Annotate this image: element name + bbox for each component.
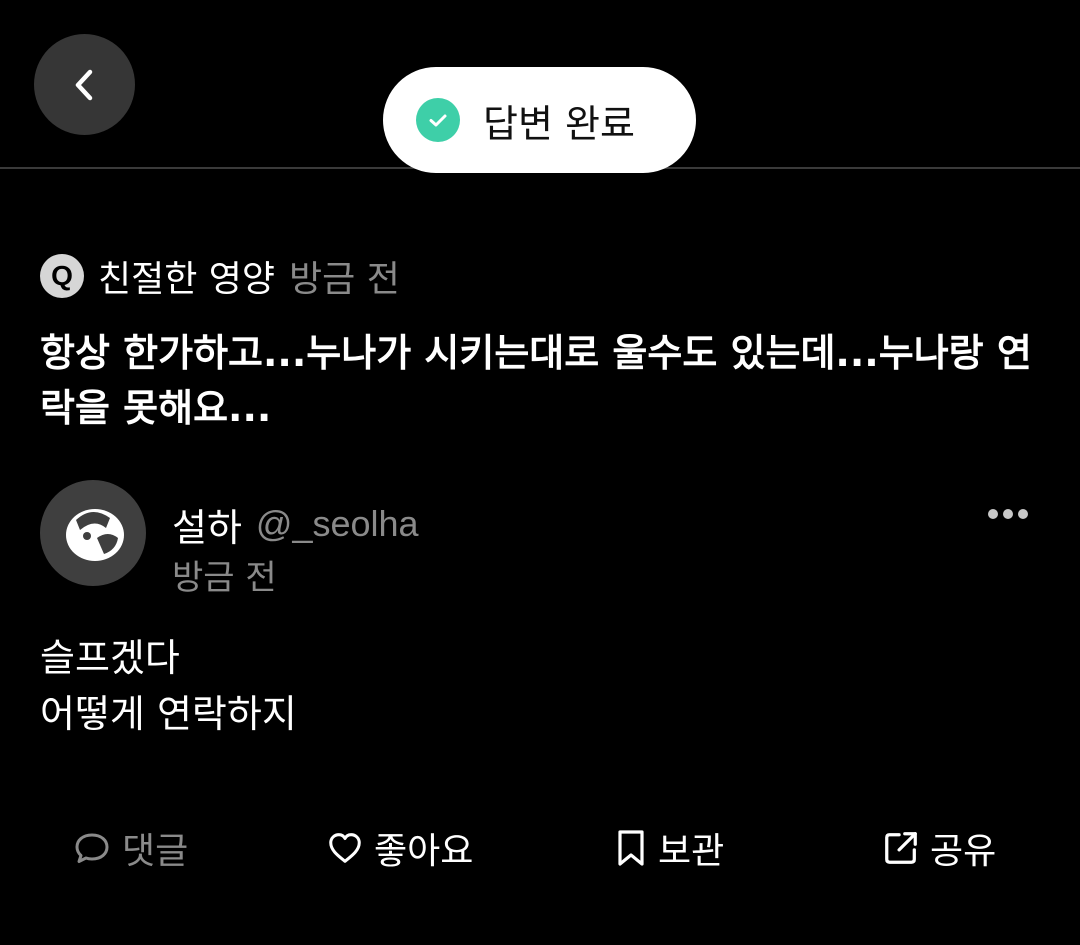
- share-button[interactable]: 공유: [882, 820, 996, 876]
- bookmark-icon: [618, 830, 644, 866]
- check-circle-icon: [416, 98, 460, 142]
- save-button[interactable]: 보관: [614, 820, 724, 876]
- reply-line: 어떻게 연락하지: [40, 692, 297, 736]
- back-button[interactable]: [34, 34, 135, 135]
- comment-label: 댓글: [122, 831, 189, 872]
- share-label: 공유: [930, 831, 997, 872]
- comment-icon: [75, 833, 109, 863]
- reply-line: 슬프겠다: [40, 636, 180, 680]
- reply-author-handle[interactable]: @_seolha: [256, 503, 419, 545]
- more-options-button[interactable]: [980, 496, 1036, 532]
- reply-author-name[interactable]: 설하: [172, 497, 242, 552]
- question-author: 친절한 영양: [98, 259, 276, 300]
- question-time: 방금 전: [289, 259, 400, 300]
- like-button[interactable]: 좋아요: [326, 820, 473, 876]
- reply-time: 방금 전: [172, 558, 277, 598]
- share-icon: [885, 832, 917, 864]
- question-meta: Q 친절한 영양 방금 전: [40, 248, 400, 304]
- ellipsis-icon: [988, 509, 1028, 519]
- heart-icon: [329, 833, 361, 863]
- question-badge-icon: Q: [40, 254, 84, 298]
- toast-text: 답변 완료: [483, 101, 635, 146]
- answer-complete-toast: 답변 완료: [383, 67, 696, 173]
- question-text: 항상 한가하고...누나가 시키는대로 울수도 있는데...누나랑 연락을 못해…: [40, 331, 1032, 430]
- action-bar: 댓글 좋아요 보관 공유: [0, 820, 1080, 876]
- save-label: 보관: [658, 831, 725, 872]
- reply-header: 설하 @_seolha: [172, 498, 419, 550]
- chevron-left-icon: [75, 69, 92, 100]
- avatar[interactable]: [40, 480, 146, 586]
- like-label: 좋아요: [374, 831, 474, 872]
- reply-body: 슬프겠다 어떻게 연락하지: [40, 630, 297, 742]
- avatar-illustration: [66, 509, 124, 561]
- comment-button[interactable]: 댓글: [72, 820, 188, 876]
